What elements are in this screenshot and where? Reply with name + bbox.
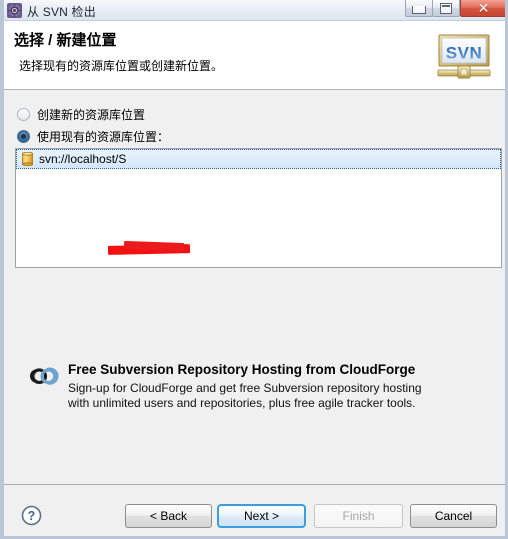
page-title: 选择 / 新建位置 — [14, 32, 117, 49]
svg-text:?: ? — [28, 509, 36, 523]
radio-create-new-label: 创建新的资源库位置 — [37, 107, 146, 122]
list-item-label: svn://localhost/S — [39, 152, 127, 166]
repository-icon — [22, 151, 33, 167]
dialog-window: 从 SVN 检出 ✕ 选择 / 新建位置 选择现有的资源库位置或创建新位置。 S… — [0, 0, 508, 539]
window-title: 从 SVN 检出 — [27, 5, 96, 19]
cloudforge-icon — [26, 365, 62, 389]
svn-logo-icon: SVN — [436, 33, 492, 81]
wizard-header: 选择 / 新建位置 选择现有的资源库位置或创建新位置。 SVN — [4, 21, 505, 90]
svg-text:SVN: SVN — [446, 44, 482, 63]
close-button[interactable]: ✕ — [460, 0, 505, 17]
back-button[interactable]: < Back — [125, 504, 212, 528]
next-button[interactable]: Next > — [217, 504, 306, 528]
promo-line-1: Sign-up for CloudForge and get free Subv… — [68, 381, 422, 395]
minimize-button[interactable] — [405, 0, 433, 17]
close-icon: ✕ — [477, 0, 490, 17]
svn-checkout-icon — [7, 3, 22, 18]
radio-use-existing-indicator[interactable] — [17, 129, 30, 143]
radio-option-use-existing[interactable]: 使用现有的资源库位置： — [17, 127, 169, 145]
list-item[interactable]: svn://localhost/S — [16, 149, 501, 169]
cancel-button[interactable]: Cancel — [410, 504, 497, 528]
window-controls: ✕ — [405, 0, 505, 17]
radio-use-existing-label: 使用现有的资源库位置： — [37, 129, 170, 144]
promo-line-2: with unlimited users and repositories, p… — [68, 396, 416, 410]
wizard-body: 创建新的资源库位置 使用现有的资源库位置： svn://localhost/S … — [4, 90, 505, 483]
repository-list[interactable]: svn://localhost/S — [15, 148, 502, 268]
promo-title: Free Subversion Repository Hosting from … — [68, 362, 416, 377]
minimize-icon — [412, 5, 426, 14]
restore-icon — [440, 2, 452, 14]
maximize-button[interactable] — [432, 0, 460, 17]
radio-option-create-new[interactable]: 创建新的资源库位置 — [17, 105, 145, 123]
help-icon[interactable]: ? — [21, 505, 42, 526]
radio-create-new-indicator[interactable] — [17, 107, 30, 121]
finish-button: Finish — [314, 504, 403, 528]
page-subtitle: 选择现有的资源库位置或创建新位置。 — [19, 59, 224, 73]
title-bar: 从 SVN 检出 ✕ — [4, 0, 505, 21]
